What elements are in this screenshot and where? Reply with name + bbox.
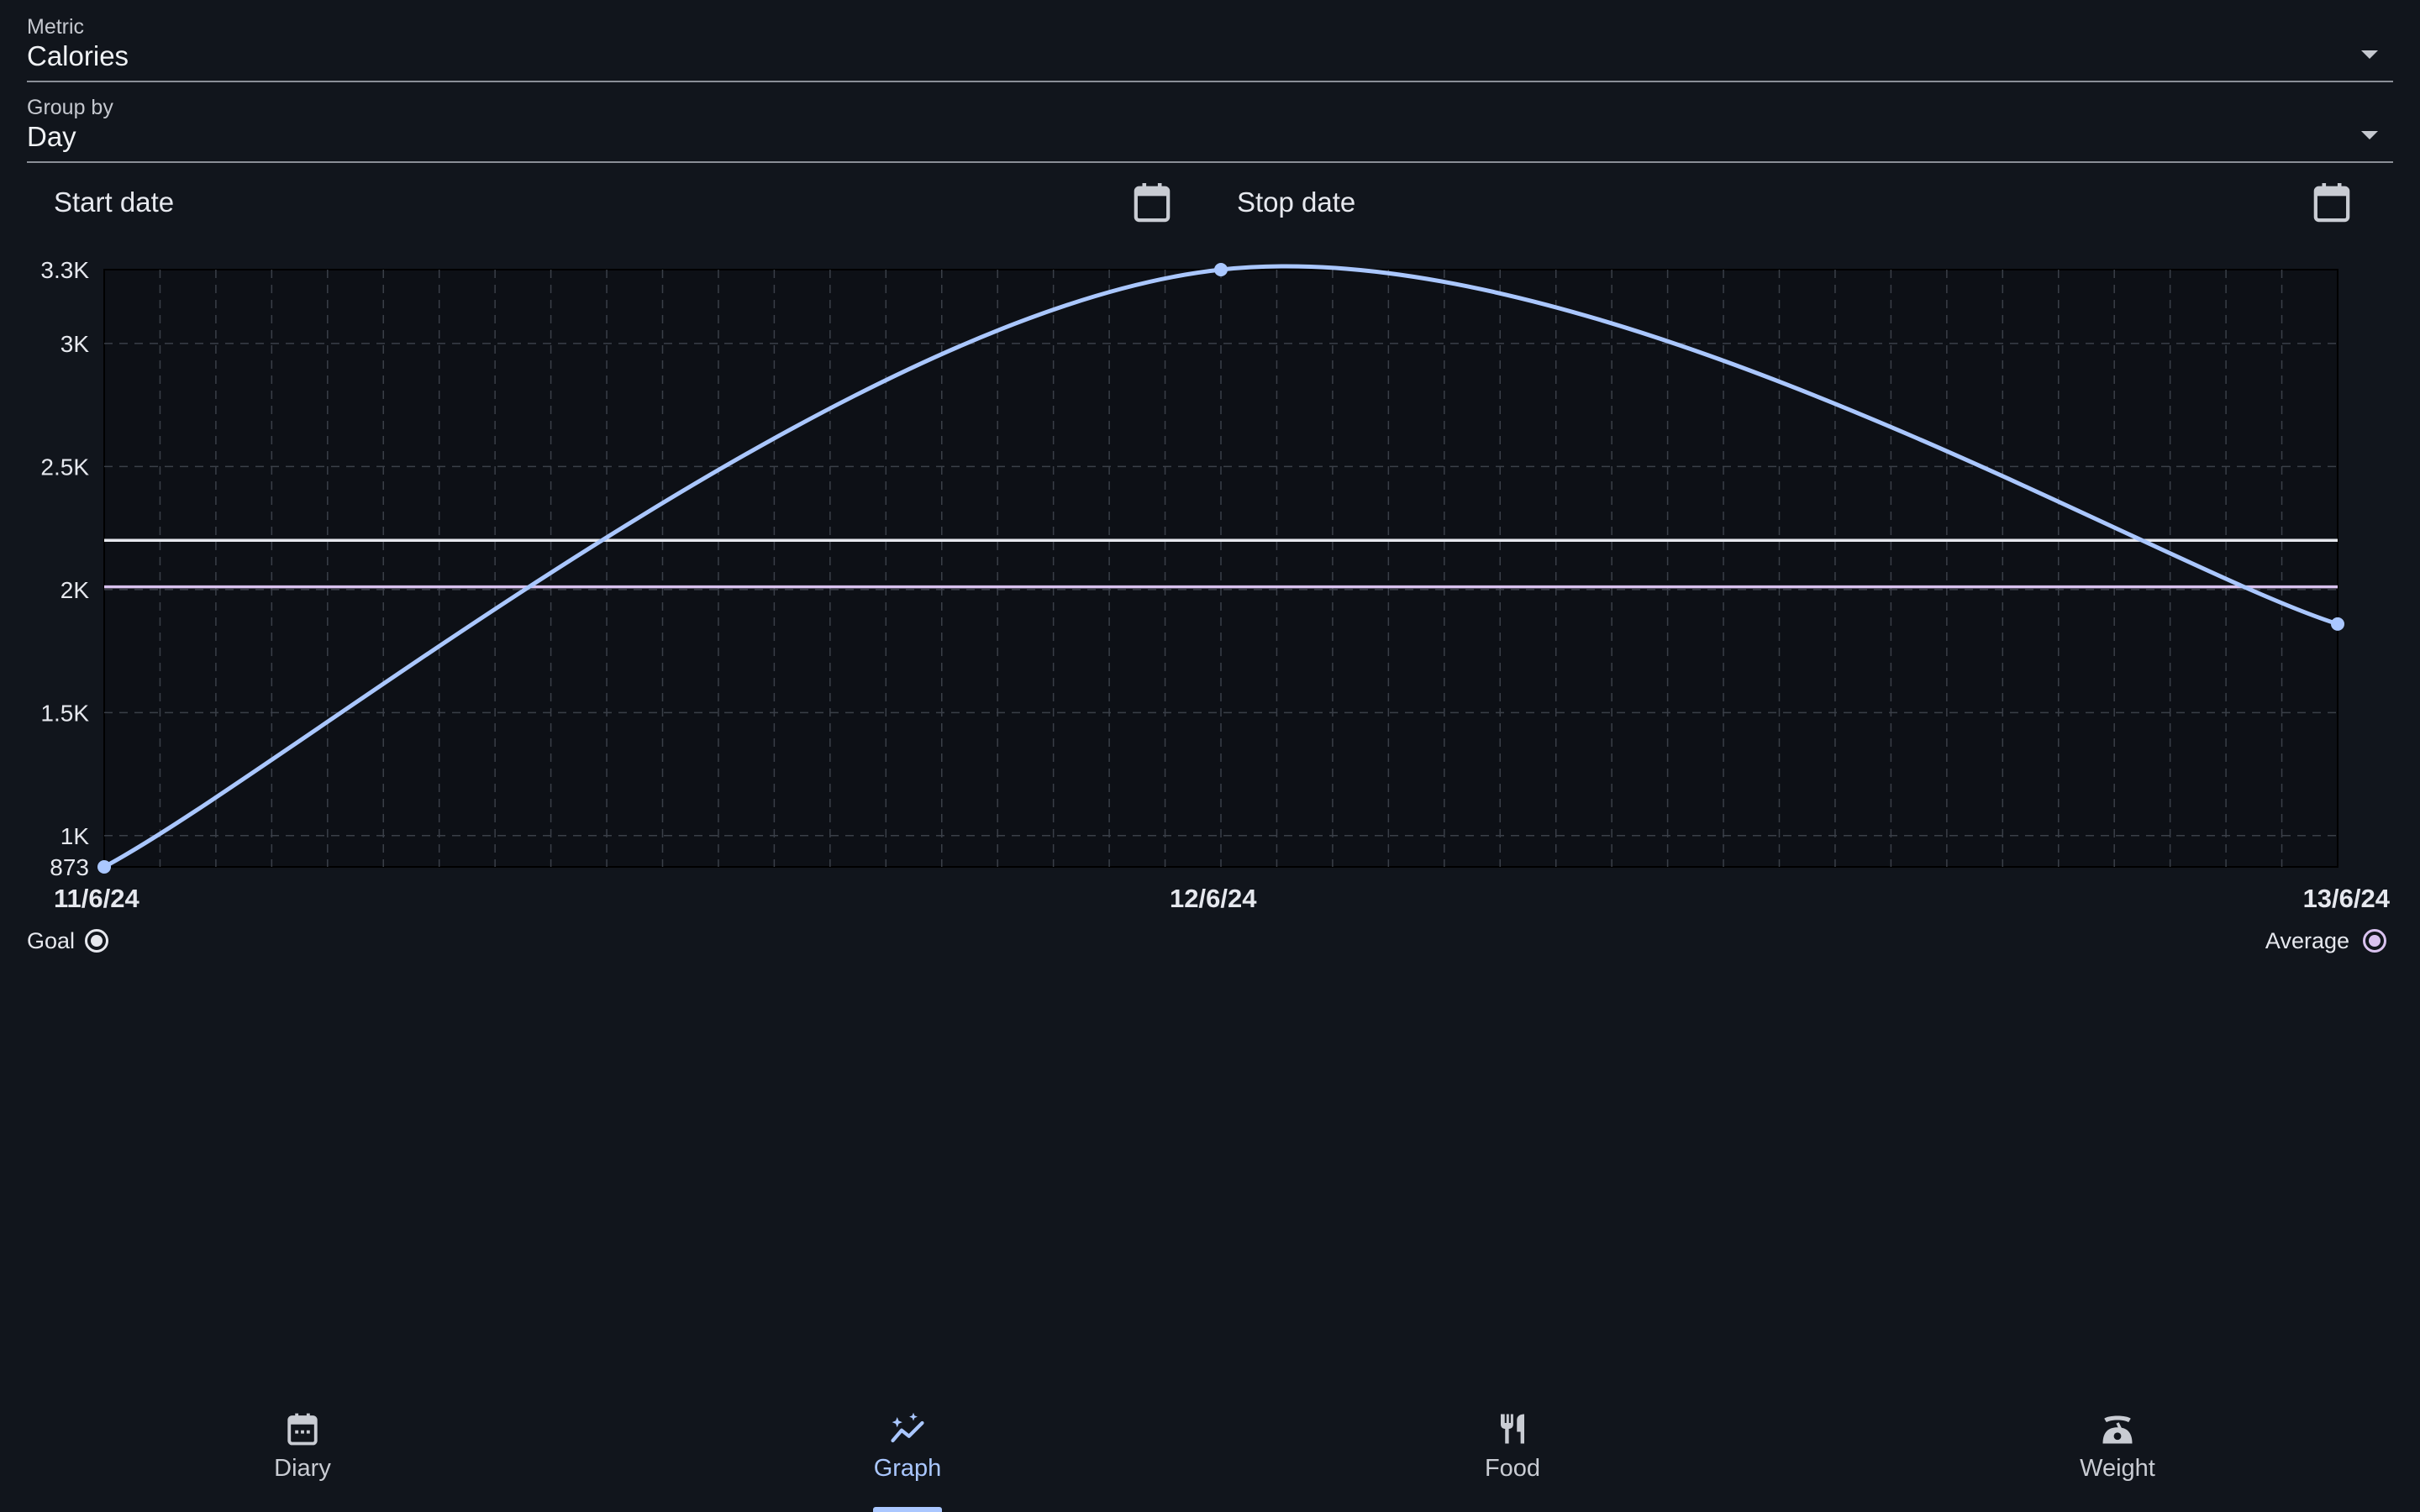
metric-select[interactable]: Metric Calories [27,3,2393,82]
bottom-navigation: Diary Graph Food Weight [0,1378,2420,1512]
y-tick-label: 3K [60,331,90,357]
y-tick-label: 1.5K [40,700,89,726]
legend-average[interactable]: Average [2265,926,2386,956]
graph-icon [891,1412,924,1443]
radio-icon[interactable] [2363,929,2386,953]
y-tick-label: 2.5K [40,454,89,480]
average-color-dot [2369,935,2381,947]
nav-label-diary: Diary [274,1455,331,1482]
goal-color-dot [91,935,103,947]
plot-area [103,269,2338,868]
legend-goal[interactable]: Goal [27,926,109,956]
scale-icon [2102,1415,2133,1444]
calendar-icon [287,1413,318,1446]
calendar-icon[interactable] [1133,181,1171,223]
nav-item-food[interactable]: Food [1210,1378,1815,1512]
group-by-value: Day [27,121,76,152]
chevron-down-icon [2361,50,2378,59]
stop-date-label: Stop date [1237,186,1356,218]
start-date-label: Start date [54,186,175,218]
nav-active-indicator [873,1507,942,1512]
x-tick-label: 13/6/24 [2302,884,2390,913]
nav-label-graph: Graph [873,1455,942,1482]
x-tick-label: 12/6/24 [1170,884,1257,913]
calories-chart: 873 1K 1.5K 2K 2.5K 3K 3.3K [40,257,2344,880]
chevron-down-icon [2361,131,2378,139]
nav-item-graph[interactable]: Graph [605,1378,1210,1512]
metric-value: Calories [27,40,129,71]
nav-item-diary[interactable]: Diary [0,1378,605,1512]
legend-goal-label: Goal [27,927,76,953]
nav-label-weight: Weight [2080,1455,2155,1482]
x-tick-label: 11/6/24 [54,884,139,913]
nav-label-food: Food [1484,1455,1541,1482]
nav-item-weight[interactable]: Weight [1815,1378,2420,1512]
stop-date-field[interactable]: Stop date [1210,173,2386,232]
y-tick-label: 873 [50,854,89,880]
start-date-field[interactable]: Start date [27,173,1171,232]
group-by-label: Group by [27,96,113,119]
y-tick-label: 3.3K [40,257,89,283]
metric-label: Metric [27,15,85,39]
data-point [2331,617,2344,631]
legend-average-label: Average [2265,927,2349,953]
food-icon [1501,1414,1524,1444]
data-point [97,860,111,874]
group-by-select[interactable]: Group by Day [27,84,2393,163]
y-tick-label: 2K [60,577,90,603]
radio-icon[interactable] [85,929,109,953]
data-point [1214,263,1228,276]
calendar-icon[interactable] [2312,181,2351,223]
y-tick-label: 1K [60,823,90,849]
